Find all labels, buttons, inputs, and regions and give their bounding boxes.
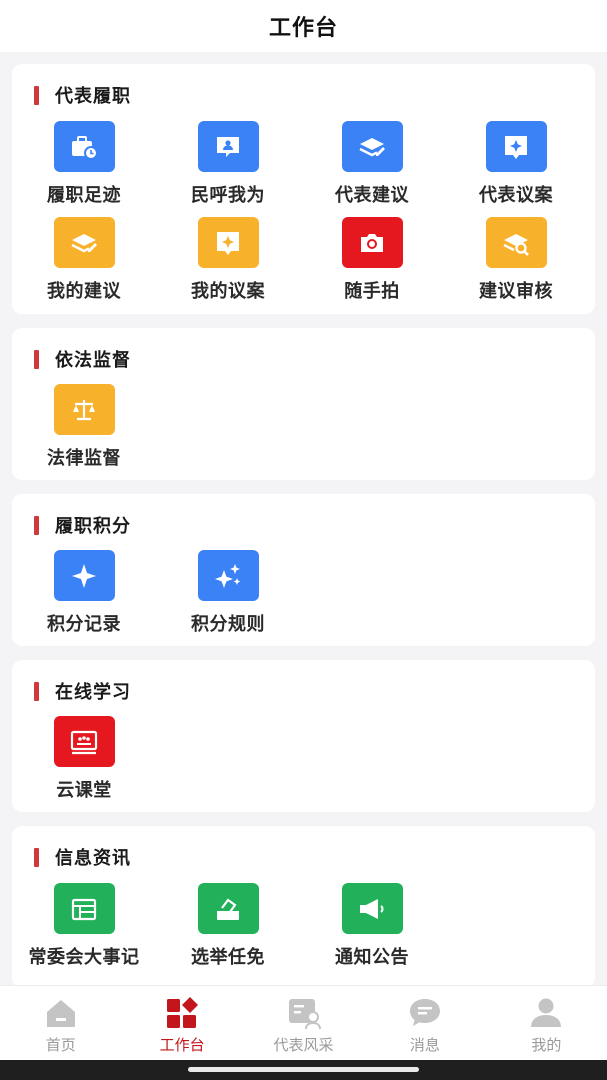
item-points-rules[interactable]: 积分规则 (156, 550, 300, 646)
tab-rep-showcase[interactable]: 代表风采 (243, 986, 364, 1060)
message-icon (409, 999, 440, 1026)
item-snapshot[interactable]: 随手拍 (300, 217, 444, 313)
section-marker (34, 847, 39, 867)
profile-card-icon (288, 999, 321, 1030)
calendar-icon (53, 883, 115, 934)
tab-label: 我的 (531, 1036, 562, 1054)
item-label: 通知公告 (335, 947, 409, 968)
item-cloud-classroom[interactable]: 云课堂 (12, 716, 156, 812)
item-label: 民呼我为 (191, 185, 265, 206)
ballot-icon (197, 883, 259, 934)
camera-icon (341, 217, 403, 268)
tab-messages[interactable]: 消息 (364, 986, 485, 1060)
section-header: 履职积分 (34, 514, 131, 537)
sparkle-icon (53, 550, 115, 601)
item-label: 我的议案 (191, 281, 265, 302)
scales-icon (53, 384, 115, 435)
item-points-record[interactable]: 积分记录 (12, 550, 156, 646)
section-title: 履职积分 (55, 516, 131, 537)
workbench-icon (167, 997, 199, 1028)
megaphone-icon (341, 883, 403, 934)
home-icon (46, 1000, 75, 1027)
tab-me[interactable]: 我的 (486, 986, 607, 1060)
section-header: 依法监督 (34, 348, 131, 371)
tab-label: 消息 (409, 1036, 440, 1054)
tab-workbench[interactable]: 工作台 (121, 986, 242, 1060)
item-notices[interactable]: 通知公告 (300, 883, 444, 979)
page-title: 工作台 (268, 16, 338, 41)
item-label: 云课堂 (56, 780, 112, 801)
item-rep-motion[interactable]: 代表议案 (444, 121, 588, 217)
system-home-bar (0, 1060, 607, 1080)
item-label: 我的建议 (47, 281, 121, 302)
item-label: 建议审核 (479, 281, 553, 302)
section-header: 代表履职 (34, 84, 131, 107)
sparkles-icon (197, 550, 259, 601)
item-suggestion-review[interactable]: 建议审核 (444, 217, 588, 313)
item-legal-supervision[interactable]: 法律监督 (12, 384, 156, 480)
item-label: 随手拍 (344, 281, 400, 302)
item-label: 法律监督 (47, 448, 121, 469)
item-rep-suggestion[interactable]: 代表建议 (300, 121, 444, 217)
section-marker (34, 515, 39, 535)
home-indicator[interactable] (188, 1067, 419, 1072)
item-label: 选举任免 (191, 947, 265, 968)
section-marker (34, 85, 39, 105)
sparkle-message-icon (197, 217, 259, 268)
section-header: 在线学习 (34, 680, 131, 703)
item-my-motion[interactable]: 我的议案 (156, 217, 300, 313)
item-public-voice[interactable]: 民呼我为 (156, 121, 300, 217)
tab-label: 首页 (45, 1036, 76, 1054)
section-marker (34, 349, 39, 369)
section-title: 依法监督 (55, 350, 131, 371)
item-label: 履职足迹 (47, 185, 121, 206)
section-card-news: 信息资讯 常委会大事记 选举任免 通知公告 (12, 826, 595, 985)
user-icon (531, 998, 562, 1027)
section-title: 在线学习 (55, 682, 131, 703)
section-marker (34, 681, 39, 701)
section-card-learning: 在线学习 云课堂 (12, 660, 595, 812)
top-bar: 工作台 (0, 0, 607, 52)
item-label: 积分规则 (191, 614, 265, 635)
chat-person-icon (197, 121, 259, 172)
tab-home[interactable]: 首页 (0, 986, 121, 1060)
item-label: 代表议案 (479, 185, 553, 206)
item-label: 常委会大事记 (28, 947, 140, 968)
item-label: 积分记录 (47, 614, 121, 635)
briefcase-clock-icon (53, 121, 115, 172)
item-footprint[interactable]: 履职足迹 (12, 121, 156, 217)
section-title: 信息资讯 (55, 848, 131, 869)
section-header: 信息资讯 (34, 846, 131, 869)
tab-label: 工作台 (159, 1036, 205, 1054)
layers-edit-icon (53, 217, 115, 268)
layers-edit-icon (341, 121, 403, 172)
item-election[interactable]: 选举任免 (156, 883, 300, 979)
bottom-tab-bar: 首页 工作台 代表风采 消息 我的 (0, 985, 607, 1060)
tab-label: 代表风采 (273, 1036, 334, 1054)
classroom-icon (53, 716, 115, 767)
item-my-suggestion[interactable]: 我的建议 (12, 217, 156, 313)
section-card-points: 履职积分 积分记录 积分规则 (12, 494, 595, 646)
item-committee-events[interactable]: 常委会大事记 (12, 883, 156, 979)
workbench-content[interactable]: 代表履职 履职足迹 民呼我为 代表建议 代表议案 我的建议 我的议案 随手拍 建… (0, 52, 607, 985)
section-card-supervision: 依法监督 法律监督 (12, 328, 595, 480)
layers-search-icon (485, 217, 547, 268)
section-title: 代表履职 (55, 86, 131, 107)
section-card-duty: 代表履职 履职足迹 民呼我为 代表建议 代表议案 我的建议 我的议案 随手拍 建… (12, 64, 595, 314)
sparkle-message-icon (485, 121, 547, 172)
item-label: 代表建议 (335, 185, 409, 206)
